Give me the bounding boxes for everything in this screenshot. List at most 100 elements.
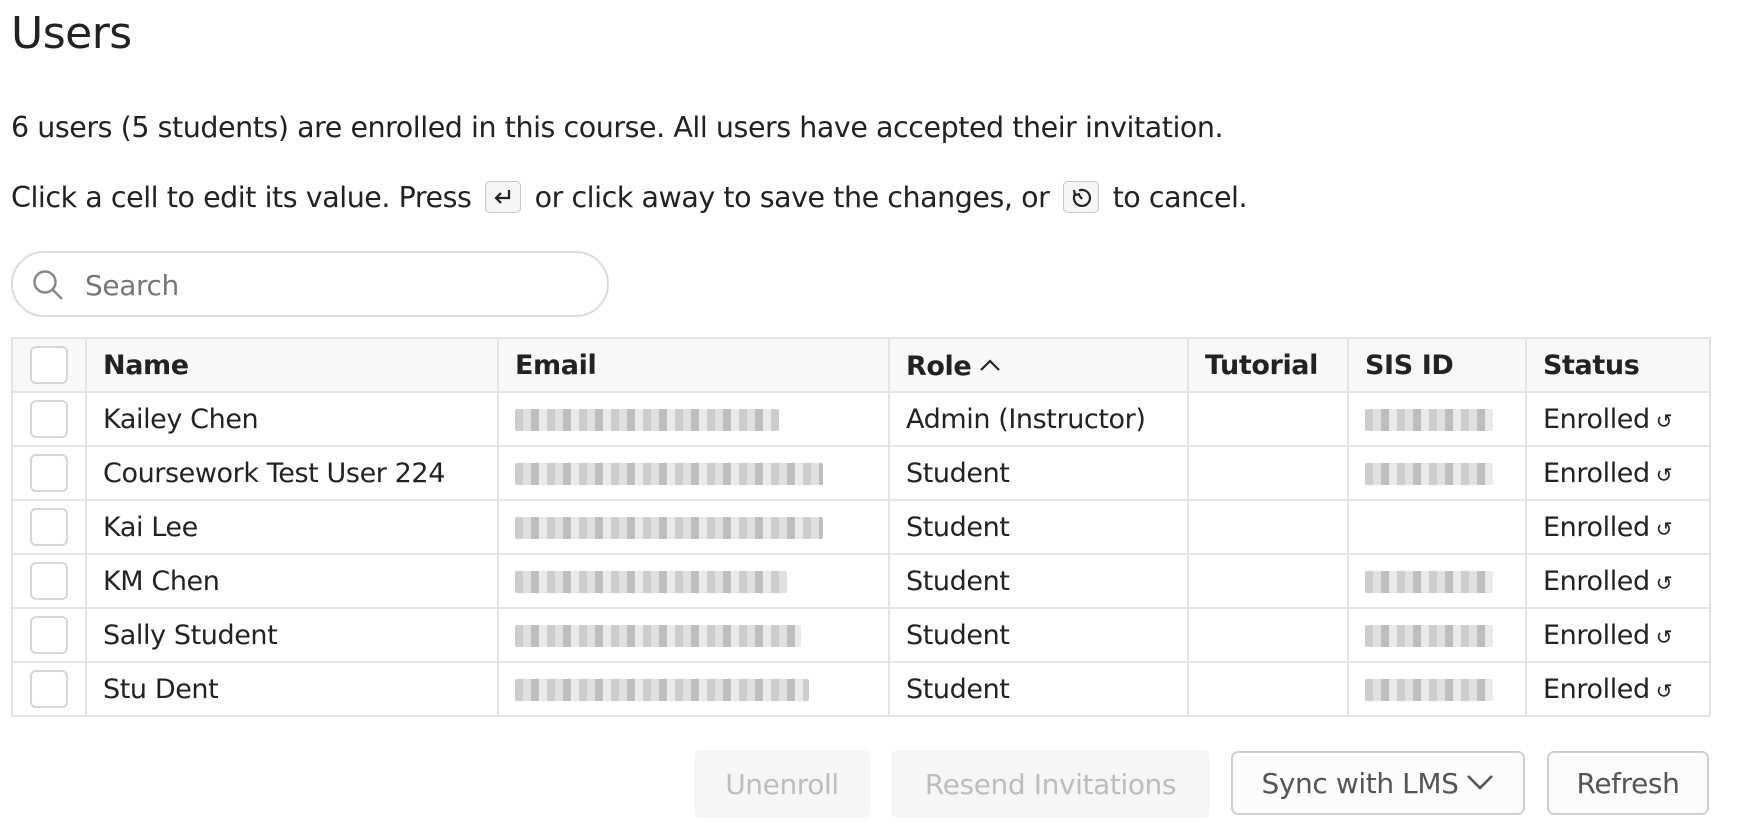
cell-sis-id[interactable] [1347, 553, 1527, 609]
status-text: Enrolled [1543, 619, 1650, 651]
row-checkbox[interactable] [30, 508, 68, 546]
redacted-sis-id [1365, 463, 1493, 485]
status-text: Enrolled [1543, 511, 1650, 543]
cell-email[interactable] [497, 661, 890, 717]
enter-key-icon [484, 181, 521, 213]
table-row[interactable]: Stu Dent Student Enrolled ↺ [11, 661, 1711, 717]
cell-email[interactable] [497, 445, 890, 501]
cell-role[interactable]: Admin (Instructor) [888, 391, 1189, 447]
redacted-sis-id [1365, 409, 1493, 431]
column-header-name[interactable]: Name [85, 337, 499, 393]
row-checkbox[interactable] [30, 562, 68, 600]
row-checkbox[interactable] [30, 400, 68, 438]
cell-tutorial[interactable] [1187, 661, 1349, 717]
column-header-email[interactable]: Email [497, 337, 890, 393]
row-select-cell [11, 445, 87, 501]
cell-email[interactable] [497, 607, 890, 663]
cell-role[interactable]: Student [888, 445, 1189, 501]
chevron-down-icon [1466, 774, 1493, 790]
cell-sis-id[interactable] [1347, 445, 1527, 501]
select-all-cell [11, 337, 87, 393]
cell-role[interactable]: Student [888, 553, 1189, 609]
edit-instructions: Click a cell to edit its value. Press or… [11, 178, 1248, 218]
row-select-cell [11, 499, 87, 555]
search-input[interactable] [83, 261, 587, 309]
cell-sis-id[interactable] [1347, 661, 1527, 717]
column-header-sis-id[interactable]: SIS ID [1347, 337, 1527, 393]
row-checkbox[interactable] [30, 670, 68, 708]
status-refresh-icon[interactable]: ↺ [1656, 517, 1673, 541]
cell-status[interactable]: Enrolled ↺ [1525, 661, 1711, 717]
redacted-email [515, 625, 801, 647]
cell-sis-id[interactable] [1347, 391, 1527, 447]
column-header-tutorial[interactable]: Tutorial [1187, 337, 1349, 393]
redacted-email [515, 679, 809, 701]
redacted-sis-id [1365, 625, 1493, 647]
cell-tutorial[interactable] [1187, 391, 1349, 447]
cell-status[interactable]: Enrolled ↺ [1525, 391, 1711, 447]
refresh-button[interactable]: Refresh [1547, 751, 1709, 815]
cell-role[interactable]: Student [888, 661, 1189, 717]
cell-status[interactable]: Enrolled ↺ [1525, 499, 1711, 555]
sync-with-lms-label: Sync with LMS [1261, 766, 1459, 800]
table-row[interactable]: Kai Lee Student Enrolled ↺ [11, 499, 1711, 555]
row-checkbox[interactable] [30, 454, 68, 492]
cell-status[interactable]: Enrolled ↺ [1525, 607, 1711, 663]
search-field[interactable] [11, 251, 609, 317]
cell-tutorial[interactable] [1187, 553, 1349, 609]
row-checkbox[interactable] [30, 616, 68, 654]
cell-sis-id[interactable] [1347, 499, 1527, 555]
status-refresh-icon[interactable]: ↺ [1656, 571, 1673, 595]
row-select-cell [11, 661, 87, 717]
cell-tutorial[interactable] [1187, 445, 1349, 501]
cell-tutorial[interactable] [1187, 499, 1349, 555]
instructions-text-2: or click away to save the changes, or [534, 181, 1050, 214]
cell-role[interactable]: Student [888, 607, 1189, 663]
cell-name[interactable]: Kailey Chen [85, 391, 499, 447]
resend-invitations-button[interactable]: Resend Invitations [891, 750, 1210, 818]
column-header-role-label: Role [906, 351, 972, 382]
row-select-cell [11, 553, 87, 609]
instructions-text-3: to cancel. [1112, 181, 1248, 214]
cell-name[interactable]: Sally Student [85, 607, 499, 663]
table-row[interactable]: Sally Student Student Enrolled ↺ [11, 607, 1711, 663]
select-all-checkbox[interactable] [30, 346, 68, 384]
status-text: Enrolled [1543, 673, 1650, 705]
sync-with-lms-button[interactable]: Sync with LMS [1231, 751, 1525, 815]
redacted-email [515, 463, 823, 485]
cell-name[interactable]: Stu Dent [85, 661, 499, 717]
table-row[interactable]: KM Chen Student Enrolled ↺ [11, 553, 1711, 609]
column-header-status[interactable]: Status [1525, 337, 1711, 393]
status-refresh-icon[interactable]: ↺ [1656, 409, 1673, 433]
table-body: Kailey Chen Admin (Instructor) Enrolled ↺ Co… [11, 391, 1711, 717]
cell-sis-id[interactable] [1347, 607, 1527, 663]
redacted-email [515, 517, 823, 539]
cell-email[interactable] [497, 499, 890, 555]
table-row[interactable]: Kailey Chen Admin (Instructor) Enrolled ↺ [11, 391, 1711, 447]
cell-name[interactable]: Kai Lee [85, 499, 499, 555]
redacted-sis-id [1365, 571, 1493, 593]
cell-status[interactable]: Enrolled ↺ [1525, 445, 1711, 501]
status-refresh-icon[interactable]: ↺ [1656, 463, 1673, 487]
cell-name[interactable]: Coursework Test User 224 [85, 445, 499, 501]
column-header-role[interactable]: Role [888, 337, 1189, 393]
cell-name[interactable]: KM Chen [85, 553, 499, 609]
cell-email[interactable] [497, 391, 890, 447]
row-select-cell [11, 607, 87, 663]
cell-status[interactable]: Enrolled ↺ [1525, 553, 1711, 609]
table-row[interactable]: Coursework Test User 224 Student Enrolled ↺ [11, 445, 1711, 501]
redacted-email [515, 571, 787, 593]
redacted-email [515, 409, 779, 431]
status-refresh-icon[interactable]: ↺ [1656, 679, 1673, 703]
search-icon [33, 270, 63, 300]
page-title: Users [11, 8, 132, 59]
cell-email[interactable] [497, 553, 890, 609]
instructions-text-1: Click a cell to edit its value. Press [11, 181, 472, 214]
status-text: Enrolled [1543, 457, 1650, 489]
cell-tutorial[interactable] [1187, 607, 1349, 663]
cell-role[interactable]: Student [888, 499, 1189, 555]
undo-key-icon [1062, 181, 1099, 213]
status-refresh-icon[interactable]: ↺ [1656, 625, 1673, 649]
table-header-row: Name Email Role Tutorial SIS ID Status [11, 337, 1711, 393]
unenroll-button[interactable]: Unenroll [694, 750, 870, 818]
